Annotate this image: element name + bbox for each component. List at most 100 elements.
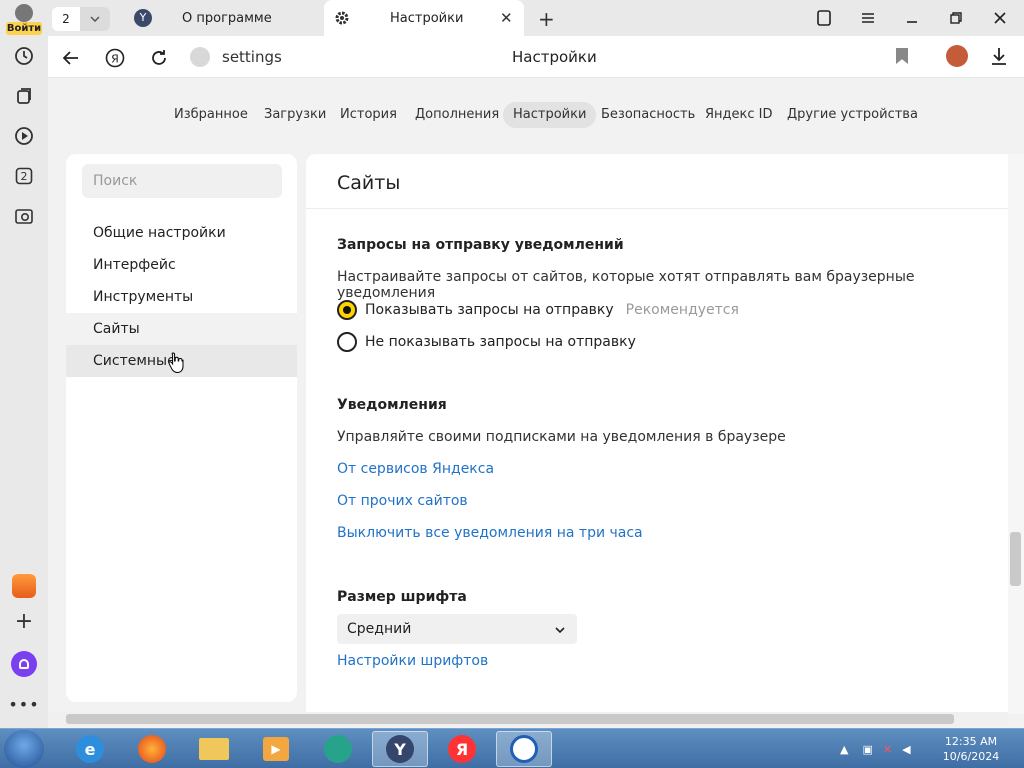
vertical-scrollbar[interactable]	[1008, 154, 1024, 714]
tray-flag-icon[interactable]: ✕	[883, 743, 892, 756]
nav-other-devices[interactable]: Другие устройства	[777, 102, 928, 128]
menu-tools[interactable]: Инструменты	[66, 281, 297, 313]
section-title: Сайты	[337, 172, 401, 194]
notif-requests-desc: Настраивайте запросы от сайтов, которые …	[337, 269, 915, 301]
taskbar-ie-icon[interactable]: e	[62, 731, 118, 767]
chevron-down-icon	[555, 621, 565, 637]
settings-content: Сайты Запросы на отправку уведомлений На…	[306, 154, 1008, 714]
radio-show-requests[interactable]: Показывать запросы на отправку Рекоменду…	[337, 299, 739, 321]
vertical-scrollbar-thumb[interactable]	[1010, 532, 1021, 586]
back-arrow-icon[interactable]	[58, 45, 84, 71]
address-bar: Я settings Настройки	[48, 36, 1024, 78]
taskbar-explorer-icon[interactable]	[186, 731, 242, 767]
reload-icon[interactable]	[146, 45, 172, 71]
tabs-counter-icon[interactable]: 2	[10, 162, 38, 190]
alice-assistant-icon[interactable]	[10, 650, 38, 678]
tab-count-value: 2	[62, 12, 70, 26]
search-input[interactable]	[82, 164, 282, 198]
gear-icon	[334, 10, 350, 30]
notif-requests-heading: Запросы на отправку уведомлений	[337, 237, 624, 253]
address-input[interactable]: settings	[222, 48, 282, 66]
more-dots-icon[interactable]: •••	[8, 690, 38, 718]
close-window-icon[interactable]	[988, 6, 1012, 30]
radio-show-label: Показывать запросы на отправку	[365, 302, 614, 318]
start-button-icon[interactable]	[4, 730, 44, 768]
horizontal-scrollbar-thumb[interactable]	[66, 714, 954, 724]
tab-count-switcher[interactable]: 2	[52, 7, 110, 31]
restore-window-icon[interactable]	[944, 6, 968, 30]
chevron-down-icon[interactable]	[80, 7, 110, 31]
menu-sites[interactable]: Сайты	[66, 313, 297, 345]
page-title: Настройки	[512, 48, 597, 66]
notifications-desc: Управляйте своими подписками на уведомле…	[337, 429, 786, 445]
tab-about[interactable]: Y О программе	[124, 0, 324, 36]
windows-taskbar: e ▶ Y Я ▲ ▣ ✕ ◀ 12:35 AM 10/6/2024	[0, 728, 1024, 768]
download-icon[interactable]	[990, 46, 1008, 70]
video-play-icon[interactable]	[10, 122, 38, 150]
radio-unselected-icon[interactable]	[337, 332, 357, 352]
link-yandex-services[interactable]: От сервисов Яндекса	[337, 461, 494, 477]
recommended-hint: Рекомендуется	[625, 302, 739, 318]
system-tray: ▲ ▣ ✕ ◀	[840, 729, 911, 768]
new-tab-plus-icon[interactable]: +	[538, 7, 555, 31]
nav-security[interactable]: Безопасность	[591, 102, 705, 128]
bookmark-icon[interactable]	[896, 48, 908, 64]
browser-sidebar: Войти 2 + •••	[0, 0, 48, 728]
yandex-browser-icon: Y	[134, 9, 152, 27]
extension-icon[interactable]	[946, 45, 968, 67]
tray-volume-icon[interactable]: ◀	[902, 743, 910, 756]
close-tab-icon[interactable]: ✕	[500, 9, 513, 27]
nav-yandex-id[interactable]: Яндекс ID	[695, 102, 783, 128]
hand-pointer-cursor-icon	[168, 352, 184, 378]
collections-icon[interactable]	[10, 82, 38, 110]
font-size-value: Средний	[347, 621, 412, 637]
nav-settings[interactable]: Настройки	[503, 102, 597, 128]
radio-selected-icon[interactable]	[337, 300, 357, 320]
title-divider	[306, 208, 1008, 209]
tab-settings[interactable]: Настройки ✕	[324, 0, 524, 36]
tab-strip: 2 Y О программе Настройки ✕ +	[48, 0, 1024, 36]
menu-general-settings[interactable]: Общие настройки	[66, 217, 297, 249]
yandex-home-icon[interactable]: Я	[102, 45, 128, 71]
font-size-select[interactable]: Средний	[337, 614, 577, 644]
link-font-settings[interactable]: Настройки шрифтов	[337, 653, 488, 669]
link-other-sites[interactable]: От прочих сайтов	[337, 493, 468, 509]
taskbar-clock[interactable]: 12:35 AM 10/6/2024	[936, 734, 1006, 764]
login-label: Войти	[6, 22, 42, 35]
tray-network-icon[interactable]: ▣	[862, 743, 872, 756]
history-clock-icon[interactable]	[10, 42, 38, 70]
taskbar-firefox-icon[interactable]	[124, 731, 180, 767]
login-button[interactable]: Войти	[6, 4, 42, 35]
taskbar-media-player-icon[interactable]: ▶	[248, 731, 304, 767]
taskbar-yandex-browser-icon[interactable]: Y	[372, 731, 428, 767]
screenshot-camera-icon[interactable]	[10, 202, 38, 230]
menu-interface[interactable]: Интерфейс	[66, 249, 297, 281]
tab-settings-title: Настройки	[390, 11, 464, 26]
nav-history[interactable]: История	[330, 102, 407, 128]
tray-expand-icon[interactable]: ▲	[840, 743, 848, 756]
minimize-window-icon[interactable]	[900, 6, 924, 30]
taskbar-yandex-icon[interactable]: Я	[434, 731, 490, 767]
nav-favorites[interactable]: Избранное	[164, 102, 258, 128]
link-mute-three-hours[interactable]: Выключить все уведомления на три часа	[337, 525, 643, 541]
radio-hide-requests[interactable]: Не показывать запросы на отправку	[337, 331, 636, 353]
menu-hamburger-icon[interactable]	[856, 6, 880, 30]
font-size-heading: Размер шрифта	[337, 589, 467, 605]
mail-icon[interactable]	[10, 572, 38, 600]
tabs-counter-value: 2	[20, 169, 28, 183]
site-info-icon[interactable]	[190, 47, 210, 67]
settings-top-nav: Избранное Загрузки История Дополнения На…	[48, 78, 1024, 150]
pin-window-icon[interactable]	[812, 6, 836, 30]
svg-text:Я: Я	[111, 53, 119, 66]
radio-hide-label: Не показывать запросы на отправку	[365, 334, 636, 350]
notifications-heading: Уведомления	[337, 397, 447, 413]
clock-date: 10/6/2024	[942, 750, 1000, 763]
add-panel-icon[interactable]: +	[10, 607, 38, 635]
taskbar-app-green-icon[interactable]	[310, 731, 366, 767]
clock-time: 12:35 AM	[944, 735, 998, 748]
taskbar-recorder-icon[interactable]	[496, 731, 552, 767]
nav-downloads[interactable]: Загрузки	[254, 102, 336, 128]
nav-extensions[interactable]: Дополнения	[405, 102, 509, 128]
settings-left-menu: Общие настройки Интерфейс Инструменты Са…	[66, 154, 297, 702]
user-avatar-icon	[15, 4, 33, 22]
